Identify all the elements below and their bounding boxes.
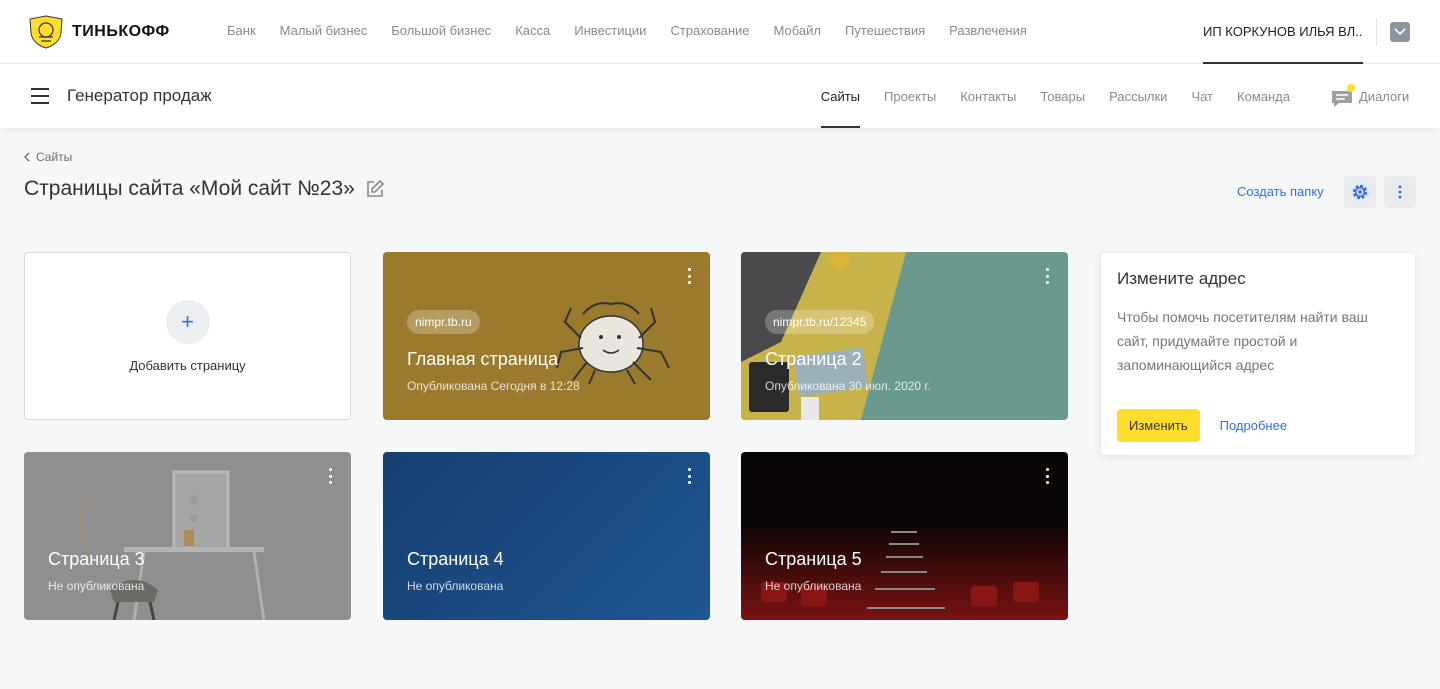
card-name: Страница 5 [765, 549, 862, 569]
change-address-panel: Измените адрес Чтобы помочь посетителям … [1100, 252, 1416, 456]
top-nav-mobile[interactable]: Мобайл [774, 23, 821, 38]
page-title: Страницы сайта «Мой сайт №23» [24, 177, 385, 201]
top-nav-insurance[interactable]: Страхование [670, 23, 749, 38]
top-nav-big-business[interactable]: Большой бизнес [391, 23, 491, 38]
card-menu-icon[interactable] [1044, 268, 1050, 284]
card-status: Не опубликована [765, 579, 862, 593]
card-status: Не опубликована [48, 579, 145, 593]
notification-dot [1347, 84, 1355, 92]
page-card-5[interactable]: Страница 5 Не опубликована [741, 452, 1068, 620]
card-status: Не опубликована [407, 579, 504, 593]
gear-icon [1352, 184, 1368, 200]
app-title: Генератор продаж [67, 86, 212, 105]
more-button[interactable] [1384, 176, 1416, 208]
tab-dialogs[interactable]: Диалоги [1331, 84, 1409, 108]
desk-photo [741, 252, 906, 420]
card-name: Страница 2 [765, 349, 862, 369]
change-button[interactable]: Изменить [1117, 409, 1200, 442]
account-menu-icon[interactable] [1390, 22, 1410, 42]
card-name: Главная страница [407, 349, 559, 369]
top-nav-investments[interactable]: Инвестиции [574, 23, 646, 38]
chat-icon [1331, 84, 1355, 108]
more-vertical-icon [1398, 185, 1402, 199]
card-domain[interactable]: nimpr.tb.ru/12345 [765, 310, 875, 334]
logo[interactable]: ТИНЬКОФФ [28, 15, 170, 49]
tab-mailings[interactable]: Рассылки [1109, 64, 1167, 128]
divider [1376, 18, 1377, 46]
tab-goods[interactable]: Товары [1040, 64, 1085, 128]
info-title: Измените адрес [1117, 269, 1246, 288]
create-folder-link[interactable]: Создать папку [1237, 184, 1324, 199]
top-nav: Банк Малый бизнес Большой бизнес Касса И… [227, 23, 1027, 38]
add-page-card[interactable]: + Добавить страницу [24, 252, 351, 420]
tab-contacts[interactable]: Контакты [960, 64, 1016, 128]
top-nav-bank[interactable]: Банк [227, 23, 256, 38]
card-menu-icon[interactable] [1044, 468, 1050, 484]
card-menu-icon[interactable] [327, 468, 333, 484]
tab-team[interactable]: Команда [1237, 64, 1290, 128]
page-card-main[interactable]: nimpr.tb.ru Главная страница Опубликован… [383, 252, 710, 420]
app-nav: Сайты Проекты Контакты Товары Рассылки Ч… [797, 64, 1290, 128]
account-name[interactable]: ИП КОРКУНОВ ИЛЬЯ ВЛ... [1203, 0, 1363, 64]
card-name: Страница 3 [48, 549, 145, 569]
cinema-photo [741, 522, 1068, 620]
tinkoff-shield-icon [29, 15, 63, 49]
page-card-2[interactable]: nimpr.tb.ru/12345 Страница 2 Опубликован… [741, 252, 1068, 420]
crab-illustration [556, 302, 670, 385]
top-nav-travel[interactable]: Путешествия [845, 23, 925, 38]
card-name: Страница 4 [407, 549, 504, 569]
page-title-text: Страницы сайта «Мой сайт №23» [24, 177, 355, 200]
app-bar: Генератор продаж Сайты Проекты Контакты … [0, 64, 1440, 128]
breadcrumb[interactable]: Сайты [24, 150, 72, 164]
top-nav-kassa[interactable]: Касса [515, 23, 550, 38]
add-page-label: Добавить страницу [129, 357, 246, 373]
logo-text: ТИНЬКОФФ [72, 23, 170, 40]
tab-projects[interactable]: Проекты [884, 64, 936, 128]
card-menu-icon[interactable] [686, 268, 692, 284]
menu-icon[interactable] [31, 88, 49, 104]
page-card-3[interactable]: Страница 3 Не опубликована [24, 452, 351, 620]
edit-icon[interactable] [365, 179, 385, 199]
page-card-4[interactable]: Страница 4 Не опубликована [383, 452, 710, 620]
top-bar: ТИНЬКОФФ Банк Малый бизнес Большой бизне… [0, 0, 1440, 64]
breadcrumb-label: Сайты [36, 150, 73, 164]
tab-sites[interactable]: Сайты [820, 64, 861, 128]
card-domain[interactable]: nimpr.tb.ru [407, 310, 480, 334]
settings-button[interactable] [1344, 176, 1376, 208]
info-text: Чтобы помочь посетителям найти ваш сайт,… [1117, 309, 1368, 373]
tab-chat[interactable]: Чат [1191, 64, 1213, 128]
interior-photo [75, 470, 266, 620]
plus-icon: + [165, 299, 210, 344]
top-nav-small-business[interactable]: Малый бизнес [280, 23, 368, 38]
dialogs-label: Диалоги [1359, 88, 1410, 104]
chevron-left-icon [24, 152, 30, 162]
card-status: Опубликована Сегодня в 12:28 [407, 379, 580, 393]
more-info-link[interactable]: Подробнее [1220, 418, 1287, 433]
top-nav-entertainment[interactable]: Развлечения [949, 23, 1027, 38]
info-actions: Изменить Подробнее [1117, 409, 1287, 442]
card-status: Опубликована 30 июл. 2020 г. [765, 379, 931, 393]
card-menu-icon[interactable] [686, 468, 692, 484]
